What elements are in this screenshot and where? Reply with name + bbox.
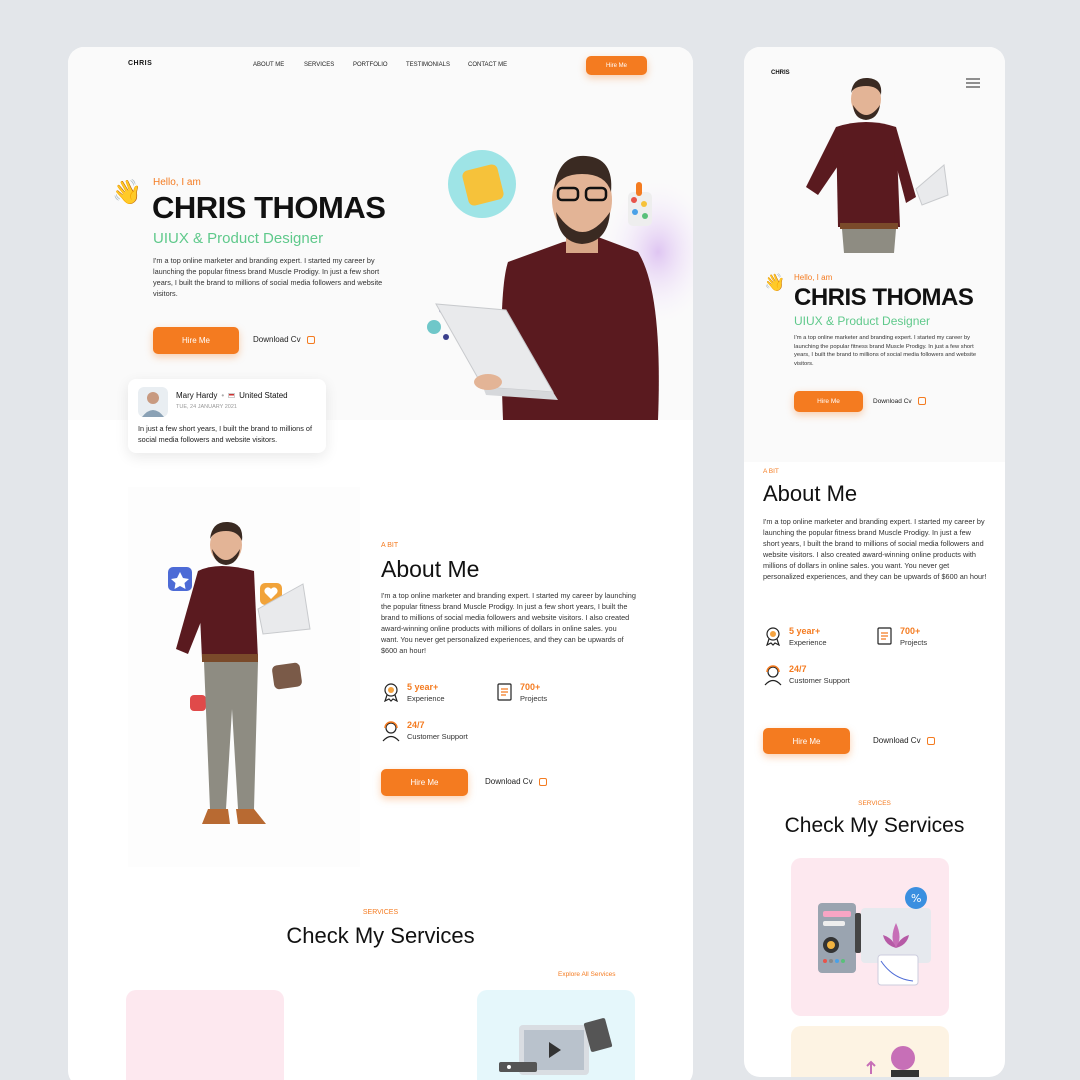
- testimonial-name: Mary Hardy: [176, 391, 218, 400]
- mobile-hero-hello: Hello, I am: [794, 273, 833, 282]
- service-illustration: [866, 1046, 919, 1077]
- stat-projects: 700+ Projects: [494, 682, 547, 703]
- testimonial-meta: Mary Hardy • United Stated: [176, 391, 288, 400]
- about-title: About Me: [381, 556, 480, 582]
- hero-role: UIUX & Product Designer: [153, 230, 324, 247]
- mobile-about-download-cv[interactable]: Download Cv: [873, 736, 935, 745]
- mobile-logo[interactable]: CHRIS: [771, 70, 790, 76]
- services-kicker: SERVICES: [362, 909, 399, 916]
- stat-label: Experience: [789, 638, 827, 647]
- stat-value: 700+: [900, 626, 921, 636]
- testimonial-card: Mary Hardy • United Stated TUE, 24 JANUA…: [128, 379, 326, 453]
- award-icon: [766, 627, 780, 646]
- nav-portfolio[interactable]: PORTFOLIO: [353, 62, 388, 68]
- about-hire-button[interactable]: Hire Me: [381, 769, 468, 796]
- nav-hire-button[interactable]: Hire Me: [586, 56, 647, 75]
- nav-contact[interactable]: CONTACT ME: [468, 62, 507, 68]
- testimonial-country: United Stated: [239, 391, 288, 400]
- stat-value: 24/7: [407, 720, 425, 730]
- avatar: [138, 387, 168, 417]
- nav-services[interactable]: SERVICES: [304, 62, 334, 68]
- stat-experience: 5 year+ Experience: [381, 682, 445, 703]
- mobile-service-card[interactable]: [791, 1026, 949, 1077]
- mobile-frame: CHRIS 👋 Hello, I am CHRIS THOMAS UIUX & …: [744, 47, 1005, 1077]
- testimonial-text: In just a few short years, I built the b…: [138, 424, 312, 444]
- mobile-about-text: I'm a top online marketer and branding e…: [763, 517, 987, 581]
- mobile-hero-download-cv[interactable]: Download Cv: [873, 397, 926, 405]
- services-title: Check My Services: [286, 923, 475, 948]
- stat-label: Projects: [520, 694, 548, 703]
- separator-dot: •: [221, 391, 225, 400]
- stat-label: Projects: [900, 638, 928, 647]
- stat-label: Experience: [407, 694, 445, 703]
- mobile-stat-projects: 700+ Projects: [874, 626, 927, 647]
- stat-value: 700+: [520, 682, 541, 692]
- stat-label: Customer Support: [789, 676, 850, 685]
- mobile-hero-name: CHRIS THOMAS: [794, 284, 974, 311]
- mobile-hero-hire-button[interactable]: Hire Me: [794, 391, 863, 412]
- download-label: Download Cv: [873, 397, 912, 405]
- award-icon: [384, 683, 398, 702]
- download-icon: [926, 736, 935, 745]
- mobile-stat-support: 24/7 Customer Support: [763, 664, 850, 686]
- mobile-services-kicker: SERVICES: [858, 800, 891, 807]
- nav-about[interactable]: ABOUT ME: [253, 62, 284, 68]
- headset-icon: [382, 721, 400, 742]
- hero-portrait-image: [427, 150, 693, 420]
- us-flag-icon: [228, 393, 236, 398]
- download-label: Download Cv: [873, 736, 921, 745]
- service-card[interactable]: [126, 990, 284, 1080]
- video-editing-illustration: [499, 1018, 613, 1075]
- mobile-about-hire-button[interactable]: Hire Me: [763, 728, 850, 754]
- mobile-service-card[interactable]: %: [791, 858, 949, 1016]
- document-icon: [497, 683, 512, 701]
- download-icon: [538, 777, 547, 786]
- hero-hire-button[interactable]: Hire Me: [153, 327, 239, 354]
- document-icon: [877, 627, 892, 645]
- nav-testimonials[interactable]: TESTIMONIALS: [406, 62, 450, 68]
- about-portrait-image: [168, 521, 311, 824]
- testimonial-date: TUE, 24 JANUARY 2021: [176, 404, 237, 410]
- download-icon: [306, 335, 315, 344]
- hero-name: CHRIS THOMAS: [152, 190, 386, 225]
- mobile-about-kicker: A BIT: [763, 468, 779, 475]
- about-kicker: A BIT: [381, 542, 399, 549]
- about-text: I'm a top online marketer and branding e…: [381, 591, 636, 655]
- stat-value: 24/7: [789, 664, 807, 674]
- svg-text:%: %: [911, 892, 921, 905]
- desktop-frame: CHRIS ABOUT ME SERVICES PORTFOLIO TESTIM…: [68, 47, 693, 1080]
- mobile-hero-description: I'm a top online marketer and branding e…: [794, 335, 977, 368]
- mobile-services-title: Check My Services: [784, 814, 965, 837]
- logo[interactable]: CHRIS: [128, 60, 152, 67]
- hero-download-cv[interactable]: Download Cv: [253, 335, 315, 344]
- download-icon: [917, 397, 926, 405]
- hero-hello: Hello, I am: [153, 177, 201, 188]
- design-tools-illustration: %: [818, 887, 931, 986]
- stat-support: 24/7 Customer Support: [381, 720, 468, 742]
- download-label: Download Cv: [253, 335, 301, 344]
- stat-label: Customer Support: [407, 732, 468, 741]
- wave-icon: 👋: [112, 179, 142, 206]
- download-label: Download Cv: [485, 777, 533, 786]
- about-download-cv[interactable]: Download Cv: [485, 777, 547, 786]
- mobile-hero-role: UIUX & Product Designer: [794, 314, 931, 328]
- hamburger-menu-icon[interactable]: [966, 78, 980, 88]
- service-card[interactable]: [477, 990, 635, 1080]
- mobile-about-title: About Me: [763, 481, 858, 506]
- stat-value: 5 year+: [789, 626, 821, 636]
- mobile-stat-experience: 5 year+ Experience: [763, 626, 827, 647]
- wave-icon: 👋: [764, 273, 786, 292]
- stat-value: 5 year+: [407, 682, 439, 692]
- mobile-hero-portrait: [806, 77, 949, 253]
- explore-services-link[interactable]: Explore All Services: [558, 971, 615, 978]
- headset-icon: [764, 665, 782, 686]
